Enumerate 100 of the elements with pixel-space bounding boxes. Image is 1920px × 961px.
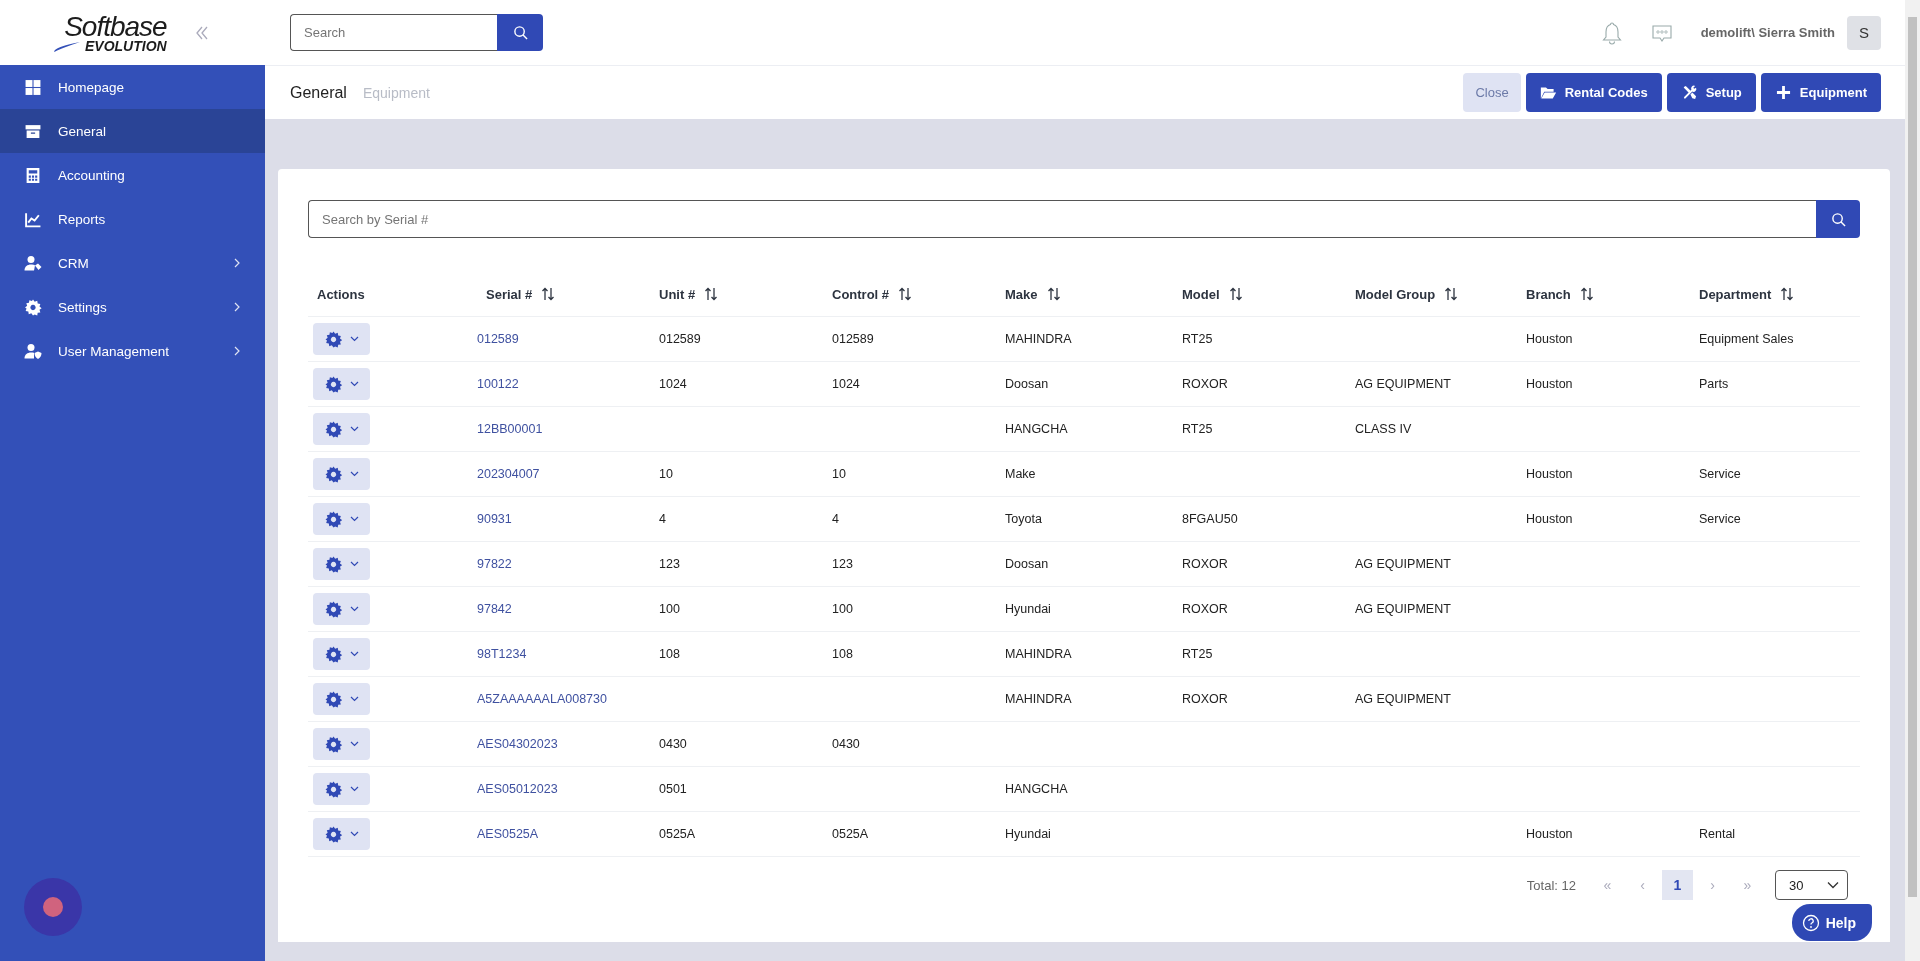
sort-icon[interactable] bbox=[1228, 287, 1243, 301]
table-cell: 10 bbox=[659, 467, 673, 481]
serial-link[interactable]: 100122 bbox=[477, 377, 519, 391]
help-button[interactable]: Help bbox=[1791, 904, 1872, 941]
sidebar-item[interactable]: General bbox=[0, 109, 265, 153]
row-actions-button[interactable] bbox=[313, 638, 370, 670]
sidebar-item[interactable]: Settings bbox=[0, 285, 265, 329]
sort-icon[interactable] bbox=[1579, 287, 1594, 301]
serial-link[interactable]: AES04302023 bbox=[477, 737, 558, 751]
table-cell: 0430 bbox=[659, 737, 687, 751]
sort-icon[interactable] bbox=[541, 287, 556, 301]
column-header[interactable]: Department bbox=[1699, 286, 1772, 302]
chevron-down-icon bbox=[349, 786, 359, 792]
table-cell: Equipment Sales bbox=[1699, 332, 1794, 346]
tools-button[interactable]: Setup bbox=[1666, 73, 1756, 112]
sort-icon[interactable] bbox=[1046, 287, 1061, 301]
search-field[interactable]: Search bbox=[290, 14, 497, 51]
folder-button[interactable]: Rental Codes bbox=[1525, 73, 1662, 112]
sidebar-item[interactable]: User Management bbox=[0, 329, 265, 373]
column-header[interactable]: Control # bbox=[832, 286, 890, 302]
sort-icon[interactable] bbox=[1780, 287, 1795, 301]
serial-link[interactable]: 12BB00001 bbox=[477, 422, 543, 436]
plus-button[interactable]: Equipment bbox=[1760, 73, 1881, 112]
gear-icon bbox=[324, 510, 342, 528]
row-actions-button[interactable] bbox=[313, 548, 370, 580]
breadcrumb-item[interactable]: General bbox=[290, 83, 347, 102]
table-cell: RT25 bbox=[1182, 332, 1213, 346]
chevron-down-icon bbox=[349, 651, 359, 657]
chevron-down-icon bbox=[1827, 881, 1839, 889]
table-cell: 0501 bbox=[659, 782, 687, 796]
chevron-down-icon bbox=[349, 471, 359, 477]
chevron-down-icon bbox=[349, 606, 359, 612]
table-cell: Rental bbox=[1699, 827, 1736, 841]
table-cell: ROXOR bbox=[1182, 692, 1228, 706]
row-actions-button[interactable] bbox=[313, 413, 370, 445]
page-size-select[interactable]: 30 bbox=[1775, 870, 1848, 900]
row-actions-button[interactable] bbox=[313, 503, 370, 535]
gear-icon bbox=[324, 555, 342, 573]
user-name[interactable]: demolift\ Sierra Smith bbox=[1700, 25, 1835, 40]
row-actions-button[interactable] bbox=[313, 593, 370, 625]
row-actions-button[interactable] bbox=[313, 323, 370, 355]
chevron-down-icon bbox=[349, 516, 359, 522]
table-cell: AG EQUIPMENT bbox=[1355, 692, 1451, 706]
page-button[interactable]: 1 bbox=[1662, 870, 1693, 900]
table-cell: Houston bbox=[1526, 512, 1573, 526]
archive-icon bbox=[24, 122, 42, 140]
row-actions-button[interactable] bbox=[313, 773, 370, 805]
row-actions-button[interactable] bbox=[313, 818, 370, 850]
sort-icon[interactable] bbox=[898, 287, 913, 301]
gear-icon bbox=[324, 645, 342, 663]
gear-icon bbox=[324, 330, 342, 348]
table-cell: Houston bbox=[1526, 377, 1573, 391]
sidebar-item[interactable]: Reports bbox=[0, 197, 265, 241]
search-button[interactable] bbox=[1816, 200, 1860, 238]
column-header[interactable]: Unit # bbox=[659, 286, 696, 302]
serial-link[interactable]: 202304007 bbox=[477, 467, 540, 481]
serial-link[interactable]: A5ZAAAAAALA008730 bbox=[477, 692, 607, 706]
sidebar-item[interactable]: Accounting bbox=[0, 153, 265, 197]
chevron-down-icon bbox=[349, 561, 359, 567]
table-cell: AG EQUIPMENT bbox=[1355, 602, 1451, 616]
search-button[interactable] bbox=[497, 14, 543, 51]
scrollbar[interactable] bbox=[1905, 0, 1920, 961]
column-header[interactable]: Model Group bbox=[1355, 286, 1436, 302]
table-cell: CLASS IV bbox=[1355, 422, 1412, 436]
serial-link[interactable]: AES0525A bbox=[477, 827, 539, 841]
serial-search-field[interactable]: Search by Serial # bbox=[308, 200, 1816, 238]
table-cell: 1024 bbox=[832, 377, 860, 391]
serial-link[interactable]: 90931 bbox=[477, 512, 512, 526]
table-cell: Parts bbox=[1699, 377, 1729, 391]
row-actions-button[interactable] bbox=[313, 368, 370, 400]
user-avatar[interactable]: S bbox=[1847, 15, 1881, 50]
sidebar-item[interactable]: Homepage bbox=[0, 65, 265, 109]
serial-link[interactable]: 97842 bbox=[477, 602, 512, 616]
table-cell: ROXOR bbox=[1182, 377, 1228, 391]
column-header[interactable]: Serial # bbox=[486, 286, 533, 302]
table-cell: 012589 bbox=[832, 332, 874, 346]
search-icon bbox=[512, 25, 528, 40]
sort-icon[interactable] bbox=[704, 287, 719, 301]
serial-link[interactable]: AES05012023 bbox=[477, 782, 558, 796]
table-cell: 10 bbox=[832, 467, 846, 481]
sidebar-item[interactable]: CRM bbox=[0, 241, 265, 285]
serial-link[interactable]: 98T1234 bbox=[477, 647, 527, 661]
table-cell: Hyundai bbox=[1005, 827, 1051, 841]
table-cell: 100 bbox=[832, 602, 853, 616]
gear-icon bbox=[324, 600, 342, 618]
help-icon bbox=[1801, 913, 1820, 932]
row-actions-button[interactable] bbox=[313, 728, 370, 760]
sort-icon[interactable] bbox=[1444, 287, 1459, 301]
column-header[interactable]: Model bbox=[1182, 286, 1220, 302]
calculator-icon bbox=[24, 166, 42, 184]
serial-link[interactable]: 012589 bbox=[477, 332, 519, 346]
table-cell: AG EQUIPMENT bbox=[1355, 557, 1451, 571]
table-cell: 8FGAU50 bbox=[1182, 512, 1238, 526]
row-actions-button[interactable] bbox=[313, 683, 370, 715]
table-cell: MAHINDRA bbox=[1005, 692, 1072, 706]
table-cell: ROXOR bbox=[1182, 557, 1228, 571]
column-header[interactable]: Branch bbox=[1526, 286, 1571, 302]
serial-link[interactable]: 97822 bbox=[477, 557, 512, 571]
row-actions-button[interactable] bbox=[313, 458, 370, 490]
column-header[interactable]: Make bbox=[1005, 286, 1038, 302]
